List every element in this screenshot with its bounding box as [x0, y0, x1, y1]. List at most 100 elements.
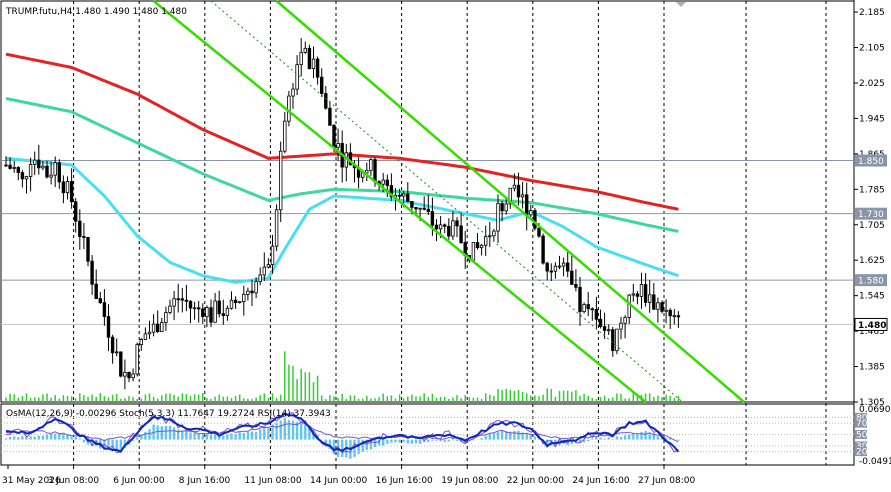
time-axis-label: 6 Jun 00:00 [113, 476, 165, 486]
candle-body [566, 262, 570, 272]
candle-body [41, 165, 45, 169]
candle-body [590, 308, 594, 311]
candle-body [127, 371, 131, 379]
candle-body [237, 301, 242, 304]
candle-body [676, 315, 681, 318]
candle-body [110, 336, 115, 354]
candle-body [61, 181, 66, 194]
candle-body [475, 242, 480, 249]
candle-body [225, 307, 230, 316]
candle-body [479, 244, 484, 249]
candle-body [319, 76, 324, 94]
candle-body [557, 265, 562, 268]
candle-body [270, 245, 275, 265]
trading-chart[interactable]: 2.1852.1052.0251.9451.8651.7851.7051.625… [0, 0, 891, 492]
candle-body [635, 293, 640, 297]
candle-body [201, 308, 205, 318]
time-axis-label: 16 Jun 16:00 [376, 476, 433, 486]
candle-body [229, 299, 234, 309]
candle-body [283, 120, 287, 152]
candle-body [221, 313, 225, 316]
candle-body [86, 237, 90, 262]
price-level-label: 1.850 [858, 157, 884, 167]
time-axis-label: 11 Jun 08:00 [244, 476, 301, 486]
candle-body [123, 371, 127, 377]
price-axis-label: 2.185 [859, 8, 885, 18]
candle-body [45, 165, 49, 178]
candle-body [258, 274, 262, 282]
candle-body [451, 220, 455, 237]
candle-body [65, 181, 70, 194]
candle-body [303, 47, 307, 53]
osc-level-label: 50 [856, 431, 868, 441]
candle-body [406, 193, 410, 202]
candle-body [500, 203, 504, 212]
candle-body [615, 328, 619, 352]
time-axis-label: 14 Jun 00:00 [310, 476, 367, 486]
candle-body [414, 206, 418, 210]
candle-body [274, 209, 279, 247]
candle-body [192, 307, 197, 310]
candle-body [545, 262, 549, 272]
candle-body [492, 230, 496, 237]
candle-body [607, 329, 611, 332]
candle-body [176, 298, 180, 301]
candle-body [291, 88, 295, 97]
price-axis-label: 1.545 [859, 292, 885, 302]
candle-body [602, 326, 607, 331]
price-axis-label: 1.705 [859, 221, 885, 231]
price-level-label: 1.580 [858, 277, 884, 287]
candle-body [570, 270, 574, 285]
candle-body [520, 194, 525, 198]
candle-body [549, 270, 553, 273]
candle-body [311, 58, 316, 70]
candle-body [648, 294, 652, 303]
candle-body [155, 323, 160, 333]
candle-body [623, 317, 627, 324]
candle-body [442, 224, 447, 227]
candle-body [24, 176, 29, 180]
candle-body [336, 143, 340, 148]
candle-body [385, 179, 389, 186]
candle-body [643, 284, 648, 303]
candle-body [12, 166, 16, 169]
candle-body [74, 201, 78, 222]
price-pane[interactable] [0, 0, 855, 403]
candle-body [438, 224, 443, 230]
candle-body [496, 203, 500, 232]
candle-body [135, 344, 139, 375]
candle-body [278, 150, 283, 211]
price-level-label: 1.730 [858, 210, 884, 220]
candle-body [578, 286, 582, 313]
candle-body [213, 300, 217, 323]
candle-body [4, 164, 8, 167]
candle-body [373, 159, 377, 183]
candle-body [328, 107, 332, 126]
chart-info-label: TRUMP.futu,H4 1.480 1.490 1.480 1.480 [5, 7, 187, 17]
candle-body [639, 284, 644, 297]
osma-axis-label: -0.04918 [859, 457, 891, 467]
candle-body [598, 318, 603, 327]
candle-body [483, 236, 488, 246]
candle-body [115, 351, 119, 354]
candle-body [553, 265, 558, 272]
candle-body [53, 162, 57, 176]
candle-body [82, 236, 86, 238]
candle-body [287, 95, 291, 122]
candle-body [106, 316, 111, 338]
candle-body [660, 302, 664, 312]
candle-body [619, 322, 623, 330]
candle-body [209, 307, 213, 323]
candle-body [668, 309, 672, 317]
candle-body [455, 220, 459, 227]
candle-body [119, 351, 123, 377]
candle-body [459, 225, 463, 243]
candle-body [102, 302, 107, 317]
time-axis-label: 24 Jun 16:00 [572, 476, 629, 486]
indicator-info-label: OsMA(12,26,9) -0.00296 Stoch(5,3,3) 11.7… [6, 409, 331, 419]
candle-body [410, 201, 414, 208]
osc-level-label: 70 [856, 419, 868, 429]
candle-body [151, 323, 156, 333]
candle-body [254, 281, 258, 294]
candle-body [541, 235, 545, 264]
